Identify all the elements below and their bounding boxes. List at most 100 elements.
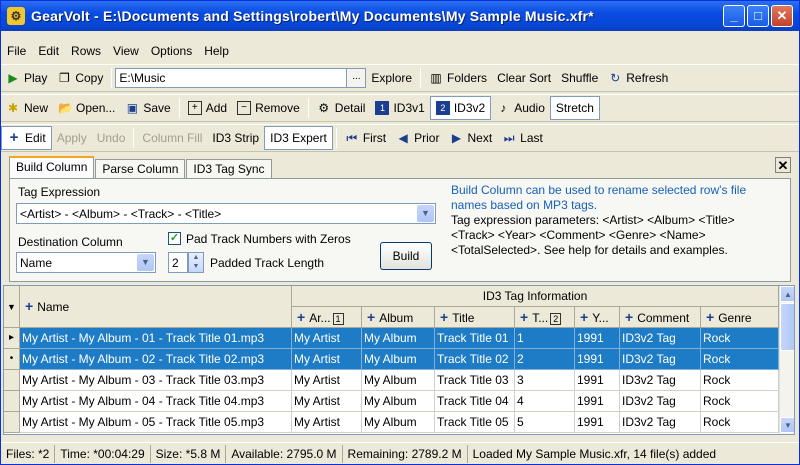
browse-button[interactable]: ... <box>346 68 367 88</box>
cell-artist[interactable]: My Artist <box>292 412 362 433</box>
cell-track[interactable]: 2 <box>515 349 575 370</box>
cell-artist[interactable]: My Artist <box>292 391 362 412</box>
cell-artist[interactable]: My Artist <box>292 328 362 349</box>
cell-artist[interactable]: My Artist <box>292 349 362 370</box>
folders-button[interactable]: ▥ Folders <box>424 66 492 90</box>
cell-comment[interactable]: ID3v2 Tag <box>620 412 701 433</box>
column-header-track[interactable]: + T... 2 <box>515 307 575 328</box>
row-indicator[interactable]: • <box>4 349 20 370</box>
padded-length-input[interactable]: 2 <box>168 252 188 273</box>
apply-button[interactable]: Apply <box>52 126 92 150</box>
pad-zeros-checkbox[interactable]: ✓ <box>168 232 181 245</box>
title-bar[interactable]: ⚙ GearVolt - E:\Documents and Settings\r… <box>1 1 799 31</box>
cell-comment[interactable]: ID3v2 Tag <box>620 349 701 370</box>
spin-updown-icon[interactable]: ▲ ▼ <box>188 252 204 273</box>
tab-build-column[interactable]: Build Column <box>9 156 95 179</box>
table-row[interactable]: • My Artist - My Album - 02 - Track Title… <box>4 349 779 370</box>
shuffle-button[interactable]: Shuffle <box>556 66 603 90</box>
cell-genre[interactable]: Rock <box>701 370 779 391</box>
copy-button[interactable]: ❐ Copy <box>52 66 108 90</box>
row-indicator[interactable] <box>4 391 20 412</box>
cell-year[interactable]: 1991 <box>575 370 620 391</box>
close-button[interactable]: ✕ <box>771 5 793 27</box>
refresh-button[interactable]: ↻ Refresh <box>603 66 673 90</box>
minimize-button[interactable]: _ <box>723 5 745 27</box>
id3v2-button[interactable]: 2 ID3v2 <box>429 96 492 120</box>
column-header-genre[interactable]: + Genre <box>701 307 779 328</box>
chevron-down-icon[interactable]: ▼ <box>417 205 434 222</box>
column-header-artist[interactable]: + Ar... 1 <box>292 307 362 328</box>
cell-comment[interactable]: ID3v2 Tag <box>620 370 701 391</box>
cell-name[interactable]: My Artist - My Album - 04 - Track Title … <box>20 391 292 412</box>
cell-year[interactable]: 1991 <box>575 349 620 370</box>
cell-year[interactable]: 1991 <box>575 412 620 433</box>
menu-options[interactable]: Options <box>151 44 192 58</box>
last-button[interactable]: ⏭ Last <box>497 126 548 150</box>
tab-id3-tag-sync[interactable]: ID3 Tag Sync <box>186 159 272 179</box>
remove-button[interactable]: − Remove <box>232 96 305 120</box>
cell-track[interactable]: 4 <box>515 391 575 412</box>
next-button[interactable]: ▶ Next <box>444 126 497 150</box>
cell-genre[interactable]: Rock <box>701 349 779 370</box>
cell-album[interactable]: My Album <box>362 328 435 349</box>
column-fill-button[interactable]: Column Fill <box>137 126 207 150</box>
chevron-down-icon[interactable]: ▼ <box>137 254 154 271</box>
first-button[interactable]: ⏮ First <box>340 126 391 150</box>
cell-album[interactable]: My Album <box>362 391 435 412</box>
cell-artist[interactable]: My Artist <box>292 370 362 391</box>
id3-strip-button[interactable]: ID3 Strip <box>207 126 264 150</box>
save-button[interactable]: ▣ Save <box>120 96 175 120</box>
table-row[interactable]: My Artist - My Album - 05 - Track Title … <box>4 412 779 433</box>
table-row[interactable]: My Artist - My Album - 04 - Track Title … <box>4 391 779 412</box>
column-header-comment[interactable]: + Comment <box>620 307 701 328</box>
cell-name[interactable]: My Artist - My Album - 05 - Track Title … <box>20 412 292 433</box>
cell-genre[interactable]: Rock <box>701 412 779 433</box>
add-button[interactable]: + Add <box>183 96 232 120</box>
cell-comment[interactable]: ID3v2 Tag <box>620 391 701 412</box>
cell-title[interactable]: Track Title 02 <box>435 349 515 370</box>
close-panel-icon[interactable]: ✕ <box>775 157 791 173</box>
cell-title[interactable]: Track Title 04 <box>435 391 515 412</box>
grid-menu-icon[interactable]: ▼ <box>4 286 20 328</box>
menu-view[interactable]: View <box>113 44 139 58</box>
menu-edit[interactable]: Edit <box>38 44 59 58</box>
stretch-button[interactable]: Stretch <box>549 96 600 120</box>
path-input[interactable] <box>115 68 348 88</box>
row-indicator[interactable]: ▸ <box>4 328 20 349</box>
column-header-title[interactable]: + Title <box>435 307 515 328</box>
destination-column-select[interactable]: Name ▼ <box>16 252 156 273</box>
explore-button[interactable]: Explore <box>366 66 417 90</box>
cell-track[interactable]: 5 <box>515 412 575 433</box>
cell-name[interactable]: My Artist - My Album - 03 - Track Title … <box>20 370 292 391</box>
id3v1-button[interactable]: 1 ID3v1 <box>370 96 429 120</box>
cell-name[interactable]: My Artist - My Album - 01 - Track Title … <box>20 328 292 349</box>
cell-genre[interactable]: Rock <box>701 391 779 412</box>
vertical-scrollbar[interactable]: ▲ ▼ <box>779 286 794 434</box>
column-header-album[interactable]: + Album <box>362 307 435 328</box>
scroll-down-icon[interactable]: ▼ <box>780 417 794 433</box>
open-button[interactable]: 📂 Open... <box>53 96 120 120</box>
cell-title[interactable]: Track Title 01 <box>435 328 515 349</box>
clear-sort-button[interactable]: Clear Sort <box>492 66 556 90</box>
cell-title[interactable]: Track Title 05 <box>435 412 515 433</box>
cell-album[interactable]: My Album <box>362 349 435 370</box>
tab-parse-column[interactable]: Parse Column <box>95 159 186 179</box>
cell-genre[interactable]: Rock <box>701 328 779 349</box>
scroll-up-icon[interactable]: ▲ <box>780 286 794 302</box>
table-row[interactable]: ▸ My Artist - My Album - 01 - Track Title… <box>4 328 779 349</box>
scroll-thumb[interactable] <box>780 303 794 351</box>
play-button[interactable]: ▶ Play <box>1 66 52 90</box>
cell-album[interactable]: My Album <box>362 370 435 391</box>
id3-expert-button[interactable]: ID3 Expert <box>264 126 333 150</box>
cell-title[interactable]: Track Title 03 <box>435 370 515 391</box>
undo-button[interactable]: Undo <box>92 126 131 150</box>
build-button[interactable]: Build <box>380 242 432 270</box>
cell-track[interactable]: 3 <box>515 370 575 391</box>
cell-album[interactable]: My Album <box>362 412 435 433</box>
cell-year[interactable]: 1991 <box>575 328 620 349</box>
edit-button[interactable]: + Edit <box>1 126 52 150</box>
audio-button[interactable]: ♪ Audio <box>491 96 550 120</box>
detail-button[interactable]: ⚙ Detail <box>312 96 371 120</box>
menu-file[interactable]: File <box>7 44 26 58</box>
cell-track[interactable]: 1 <box>515 328 575 349</box>
